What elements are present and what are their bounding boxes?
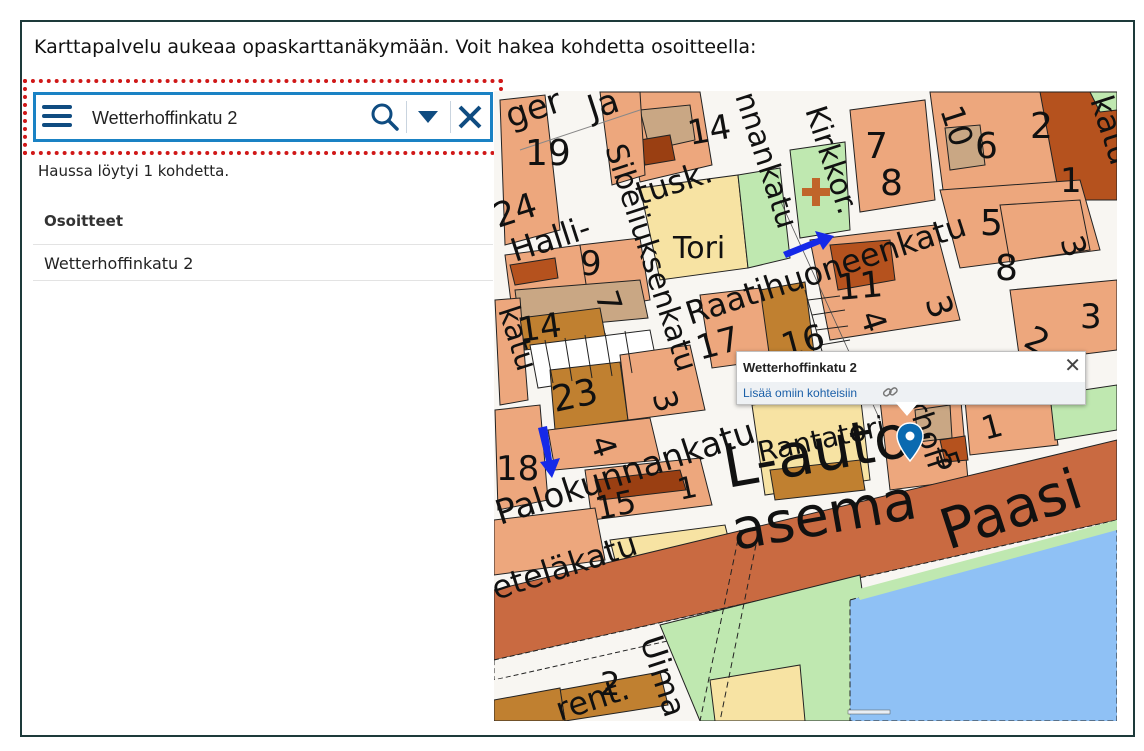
map-label: 3 (1080, 297, 1102, 337)
search-bar (33, 92, 493, 142)
close-icon[interactable]: ✕ (1064, 353, 1081, 377)
popup-tail (895, 402, 919, 416)
separator (450, 101, 451, 133)
add-to-favorites-link[interactable]: Lisää omiin kohteisiin (743, 386, 857, 400)
results-summary: Haussa löytyi 1 kohdetta. (38, 162, 230, 180)
map-label: 2 (1030, 106, 1053, 147)
hamburger-menu-icon[interactable] (42, 105, 74, 129)
map-view[interactable]: ger Ja 19 14 Kirkkor. 7 8 10 6 2 katu 1 … (494, 91, 1117, 721)
separator (406, 101, 407, 133)
map-label: 6 (975, 126, 998, 167)
close-icon[interactable] (453, 100, 487, 134)
divider (33, 244, 493, 245)
popup-title: Wetterhoffinkatu 2 (743, 360, 857, 375)
map-canvas[interactable]: ger Ja 19 14 Kirkkor. 7 8 10 6 2 katu 1 … (494, 91, 1117, 721)
popup-footer: Lisää omiin kohteisiin (737, 382, 1085, 404)
location-pin-icon[interactable] (896, 422, 924, 467)
map-label: 11 (835, 264, 884, 309)
map-label: 8 (880, 163, 903, 204)
instruction-text: Karttapalvelu aukeaa opaskarttanäkymään.… (34, 36, 757, 58)
map-label: 19 (525, 133, 571, 174)
map-label: 7 (865, 126, 888, 167)
map-label: 9 (580, 244, 602, 284)
map-label: 14 (685, 107, 735, 154)
map-label: Tori (672, 231, 725, 266)
map-label: 5 (980, 203, 1003, 244)
map-label: 8 (995, 248, 1018, 289)
search-icon[interactable] (368, 100, 402, 134)
map-label: 1 (1060, 161, 1082, 201)
search-input[interactable] (92, 107, 362, 129)
results-header: Osoitteet (44, 212, 123, 230)
map-popup: Wetterhoffinkatu 2 ✕ Lisää omiin kohteis… (736, 351, 1086, 405)
divider (33, 280, 493, 281)
caret-down-icon[interactable] (411, 100, 445, 134)
result-item[interactable]: Wetterhoffinkatu 2 (44, 254, 193, 273)
